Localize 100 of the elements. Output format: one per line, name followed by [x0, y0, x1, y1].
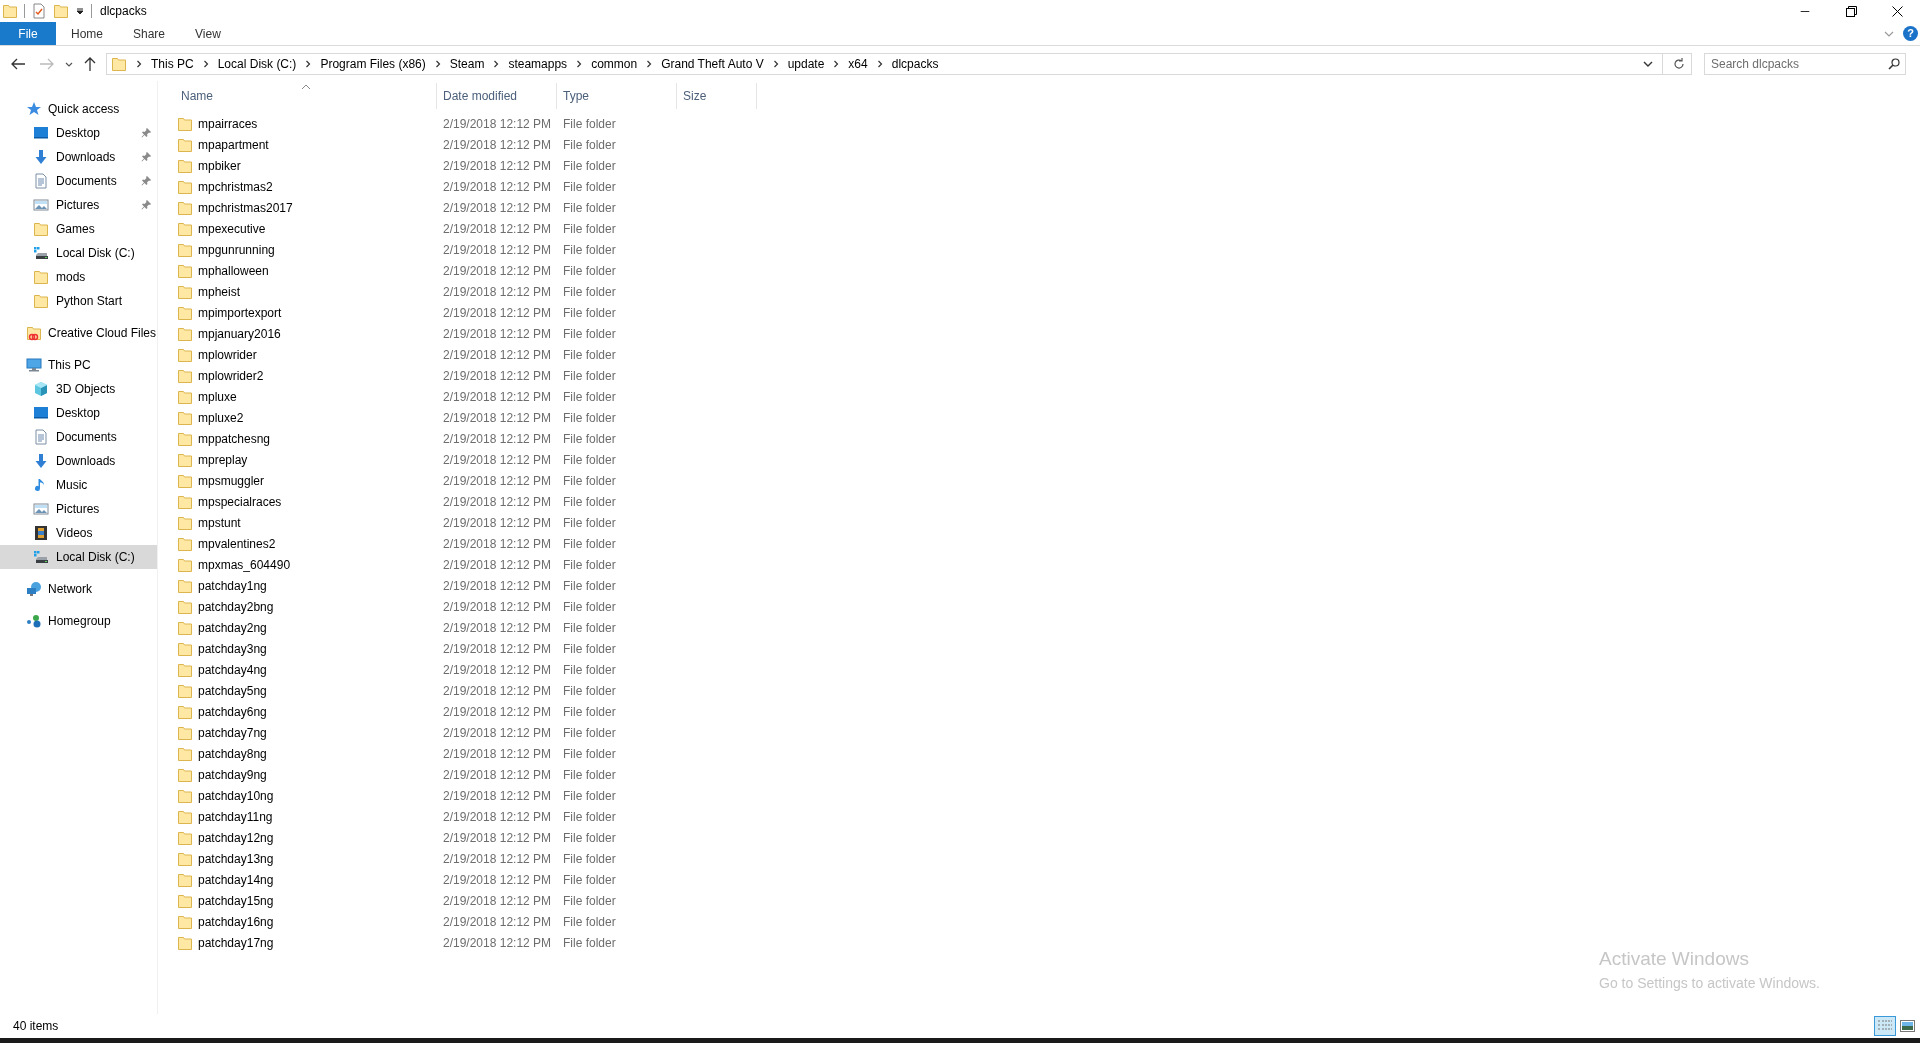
breadcrumb-link[interactable]: x64: [848, 54, 868, 73]
file-row[interactable]: mpluxe 2/19/2018 12:12 PM File folder: [175, 386, 677, 407]
nav-item[interactable]: This PC: [0, 353, 157, 377]
file-name: mpspecialraces: [198, 493, 282, 511]
file-row[interactable]: mpapartment 2/19/2018 12:12 PM File folder: [175, 134, 677, 155]
column-header[interactable]: Name: [175, 83, 437, 109]
nav-item[interactable]: Downloads: [0, 449, 157, 473]
file-row[interactable]: mpvalentines2 2/19/2018 12:12 PM File folder: [175, 533, 677, 554]
file-row[interactable]: mpbiker 2/19/2018 12:12 PM File folder: [175, 155, 677, 176]
ribbon-tab[interactable]: Home: [56, 22, 118, 45]
nav-item[interactable]: 3D Objects: [0, 377, 157, 401]
file-name: mpheist: [198, 283, 241, 301]
file-row[interactable]: patchday12ng 2/19/2018 12:12 PM File folder: [175, 827, 677, 848]
chevron-right-icon: [433, 59, 442, 68]
ribbon-tab[interactable]: Share: [118, 22, 181, 45]
file-name: patchday6ng: [198, 703, 267, 721]
file-row[interactable]: mpairraces 2/19/2018 12:12 PM File folder: [175, 113, 677, 134]
nav-item[interactable]: Downloads: [0, 145, 157, 169]
nav-item[interactable]: mods: [0, 265, 157, 289]
breadcrumb-link[interactable]: Grand Theft Auto V: [661, 54, 764, 73]
ribbon-tab[interactable]: View: [180, 22, 236, 45]
folder-icon: [177, 703, 193, 720]
type-cell-text: File folder: [562, 766, 617, 784]
file-row[interactable]: patchday7ng 2/19/2018 12:12 PM File folder: [175, 722, 677, 743]
file-row[interactable]: mpluxe2 2/19/2018 12:12 PM File folder: [175, 407, 677, 428]
breadcrumb-link[interactable]: update: [787, 54, 825, 73]
nav-item[interactable]: Games: [0, 217, 157, 241]
column-header[interactable]: Type: [557, 83, 677, 109]
nav-item[interactable]: Desktop: [0, 401, 157, 425]
type-cell-text: File folder: [562, 724, 617, 742]
column-header[interactable]: Size: [677, 83, 757, 109]
file-row[interactable]: mppatchesng 2/19/2018 12:12 PM File folder: [175, 428, 677, 449]
file-row[interactable]: patchday3ng 2/19/2018 12:12 PM File folder: [175, 638, 677, 659]
file-row[interactable]: patchday10ng 2/19/2018 12:12 PM File folder: [175, 785, 677, 806]
file-row[interactable]: mpgunrunning 2/19/2018 12:12 PM File folder: [175, 239, 677, 260]
file-row[interactable]: patchday14ng 2/19/2018 12:12 PM File folder: [175, 869, 677, 890]
nav-item[interactable]: Network: [0, 577, 157, 601]
date-cell-text: 2/19/2018 12:12 PM: [442, 913, 553, 931]
file-row[interactable]: mpchristmas2017 2/19/2018 12:12 PM File folder: [175, 197, 677, 218]
breadcrumb-link[interactable]: steamapps: [508, 54, 568, 73]
type-cell-text: File folder: [562, 304, 617, 322]
nav-item[interactable]: Music: [0, 473, 157, 497]
file-row[interactable]: mpheist 2/19/2018 12:12 PM File folder: [175, 281, 677, 302]
file-row[interactable]: patchday17ng 2/19/2018 12:12 PM File folder: [175, 932, 677, 953]
chevron-right-icon: [645, 59, 654, 68]
file-row[interactable]: mpstunt 2/19/2018 12:12 PM File folder: [175, 512, 677, 533]
nav-item[interactable]: Documents: [0, 425, 157, 449]
file-row[interactable]: patchday4ng 2/19/2018 12:12 PM File folder: [175, 659, 677, 680]
breadcrumb-link[interactable]: dlcpacks: [891, 54, 939, 73]
address-bar[interactable]: This PC Local Disk (C:) Program Files (x86) Steam steamapps common Grand Theft Auto V update x64 dlcpacks: [106, 52, 1692, 75]
file-row[interactable]: patchday11ng 2/19/2018 12:12 PM File folder: [175, 806, 677, 827]
file-row[interactable]: patchday15ng 2/19/2018 12:12 PM File folder: [175, 890, 677, 911]
file-name: patchday16ng: [198, 913, 274, 931]
file-row[interactable]: mplowrider2 2/19/2018 12:12 PM File folder: [175, 365, 677, 386]
file-row[interactable]: mpxmas_604490 2/19/2018 12:12 PM File folder: [175, 554, 677, 575]
nav-item[interactable]: Documents: [0, 169, 157, 193]
file-row[interactable]: patchday1ng 2/19/2018 12:12 PM File folder: [175, 575, 677, 596]
file-row[interactable]: patchday5ng 2/19/2018 12:12 PM File folder: [175, 680, 677, 701]
search-field[interactable]: Search dlcpacks: [1704, 52, 1906, 75]
nav-item[interactable]: Pictures: [0, 497, 157, 521]
file-row[interactable]: mphalloween 2/19/2018 12:12 PM File folder: [175, 260, 677, 281]
file-row[interactable]: mpspecialraces 2/19/2018 12:12 PM File folder: [175, 491, 677, 512]
breadcrumb-link[interactable]: common: [591, 54, 638, 73]
nav-item[interactable]: Homegroup: [0, 609, 157, 633]
nav-item[interactable]: Creative Cloud Files: [0, 321, 157, 345]
file-row[interactable]: mpsmuggler 2/19/2018 12:12 PM File folder: [175, 470, 677, 491]
nav-item[interactable]: Local Disk (C:): [0, 545, 157, 569]
file-row[interactable]: patchday13ng 2/19/2018 12:12 PM File folder: [175, 848, 677, 869]
nav-item[interactable]: Pictures: [0, 193, 157, 217]
breadcrumb-link[interactable]: This PC: [151, 54, 194, 73]
file-name: patchday13ng: [198, 850, 274, 868]
file-row[interactable]: patchday2bng 2/19/2018 12:12 PM File folder: [175, 596, 677, 617]
chevron-right-icon: [304, 59, 313, 68]
file-row[interactable]: patchday8ng 2/19/2018 12:12 PM File folder: [175, 743, 677, 764]
file-row[interactable]: patchday16ng 2/19/2018 12:12 PM File folder: [175, 911, 677, 932]
breadcrumb-link[interactable]: Steam: [449, 54, 485, 73]
breadcrumb-link[interactable]: Local Disk (C:): [217, 54, 297, 73]
file-row[interactable]: mpexecutive 2/19/2018 12:12 PM File folder: [175, 218, 677, 239]
folder-icon: [177, 325, 193, 342]
file-row[interactable]: mpreplay 2/19/2018 12:12 PM File folder: [175, 449, 677, 470]
nav-item[interactable]: Quick access: [0, 97, 157, 121]
dropdown-icon[interactable]: [75, 6, 85, 16]
refresh-icon[interactable]: [1671, 55, 1687, 72]
file-row[interactable]: mpjanuary2016 2/19/2018 12:12 PM File folder: [175, 323, 677, 344]
nav-item[interactable]: Python Start: [0, 289, 157, 313]
nav-item[interactable]: Desktop: [0, 121, 157, 145]
minimize-button[interactable]: ─: [1782, 0, 1828, 22]
help-button[interactable]: ?: [1903, 26, 1918, 41]
nav-item[interactable]: Local Disk (C:): [0, 241, 157, 265]
nav-item[interactable]: Videos: [0, 521, 157, 545]
file-row[interactable]: mpimportexport 2/19/2018 12:12 PM File folder: [175, 302, 677, 323]
column-header[interactable]: Date modified: [437, 83, 557, 109]
properties-icon[interactable]: [31, 3, 47, 19]
file-row[interactable]: mpchristmas2 2/19/2018 12:12 PM File folder: [175, 176, 677, 197]
breadcrumb-link[interactable]: Program Files (x86): [320, 54, 426, 73]
ribbon-tab[interactable]: File: [0, 22, 56, 45]
file-row[interactable]: patchday6ng 2/19/2018 12:12 PM File folder: [175, 701, 677, 722]
file-row[interactable]: patchday9ng 2/19/2018 12:12 PM File folder: [175, 764, 677, 785]
file-row[interactable]: patchday2ng 2/19/2018 12:12 PM File folder: [175, 617, 677, 638]
file-row[interactable]: mplowrider 2/19/2018 12:12 PM File folder: [175, 344, 677, 365]
